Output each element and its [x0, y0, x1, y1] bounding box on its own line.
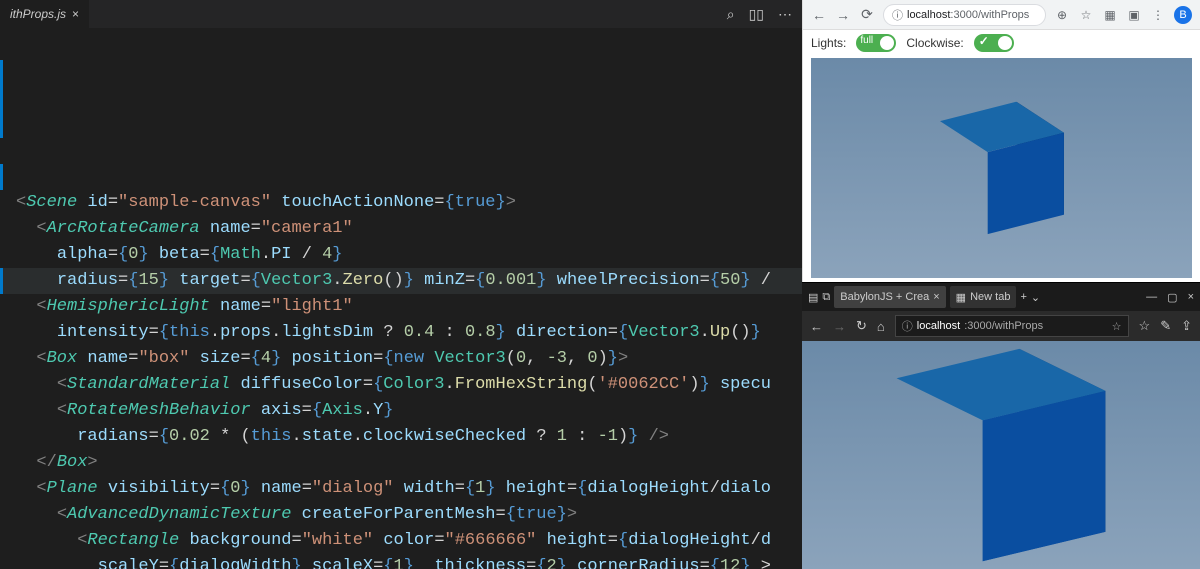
star-icon[interactable]: ☆	[1078, 8, 1094, 22]
avatar[interactable]: B	[1174, 6, 1192, 24]
code-line: </Box>	[16, 450, 802, 476]
cube	[963, 117, 1039, 219]
new-tab-icon[interactable]: +	[1020, 291, 1026, 303]
url-host: localhost	[917, 320, 960, 332]
edge-tab-2[interactable]: ▦ New tab	[950, 286, 1017, 308]
tabs-icon[interactable]: ⧉	[822, 291, 830, 304]
tab-actions: ⌕ ▯▯ ⋯	[727, 6, 802, 23]
close-icon[interactable]: ×	[1188, 291, 1194, 304]
reload-icon[interactable]: ⟳	[859, 6, 875, 23]
editor-pane: ithProps.js × ⌕ ▯▯ ⋯ <Scene id="sample-c…	[0, 0, 802, 569]
code-line: <HemisphericLight name="light1"	[16, 294, 802, 320]
edge-toolbar: ← → ↻ ⌂ ⓘ localhost :3000/withProps ☆ ☆ ✎…	[802, 311, 1200, 341]
cube	[940, 370, 1063, 540]
edge-tabs: ▤ ⧉ BabylonJS + Crea × ▦ New tab + ⌄ — ▢…	[802, 283, 1200, 311]
code-line: radius={15} target={Vector3.Zero()} minZ…	[16, 268, 802, 294]
url-path: :3000/withProps	[964, 320, 1043, 332]
lights-label: Lights:	[811, 36, 846, 50]
lights-toggle[interactable]: full	[856, 34, 896, 52]
code-line: <Box name="box" size={4} position={new V…	[16, 346, 802, 372]
code-line: alpha={0} beta={Math.PI / 4}	[16, 242, 802, 268]
forward-icon[interactable]: →	[835, 7, 851, 23]
tab-bar: ithProps.js × ⌕ ▯▯ ⋯	[0, 0, 802, 28]
tab-icon: ▦	[956, 291, 966, 304]
edge-tab-label: BabylonJS + Crea	[840, 291, 929, 303]
forward-icon[interactable]: →	[833, 319, 846, 334]
code-area[interactable]: <Scene id="sample-canvas" touchActionNon…	[0, 28, 802, 569]
zoom-icon[interactable]: ⊕	[1054, 8, 1070, 22]
sidebar-icon[interactable]: ▤	[808, 291, 818, 304]
menu-icon[interactable]: ⋮	[1150, 8, 1166, 22]
notes-icon[interactable]: ✎	[1160, 318, 1171, 334]
canvas-3d[interactable]	[811, 58, 1192, 278]
chrome-window: ← → ⟳ ⓘ localhost:3000/withProps ⊕ ☆ ▦ ▣…	[802, 0, 1200, 282]
code-line: scaleY={dialogWidth} scaleX={1} thicknes…	[16, 554, 802, 569]
code-line: <Rectangle background="white" color="#66…	[16, 528, 802, 554]
clockwise-toggle[interactable]	[974, 34, 1014, 52]
chrome-page: Lights: full Clockwise:	[803, 30, 1200, 282]
edge-canvas[interactable]	[802, 341, 1200, 569]
tab-label: ithProps.js	[10, 7, 66, 21]
clockwise-label: Clockwise:	[906, 36, 963, 50]
ext1-icon[interactable]: ▦	[1102, 8, 1118, 22]
code-line: radians={0.02 * (this.state.clockwiseChe…	[16, 424, 802, 450]
maximize-icon[interactable]: ▢	[1167, 291, 1177, 304]
edge-tab-label: New tab	[970, 291, 1010, 303]
url-host: localhost	[907, 9, 950, 21]
code-line: <Plane visibility={0} name="dialog" widt…	[16, 476, 802, 502]
code-line: <Scene id="sample-canvas" touchActionNon…	[16, 190, 802, 216]
chevron-down-icon[interactable]: ⌄	[1031, 291, 1040, 304]
star-icon[interactable]: ☆	[1112, 320, 1122, 333]
back-icon[interactable]: ←	[811, 7, 827, 23]
find-icon[interactable]: ⌕	[727, 6, 735, 23]
close-icon[interactable]: ×	[933, 291, 939, 303]
home-icon[interactable]: ⌂	[877, 319, 885, 334]
ext2-icon[interactable]: ▣	[1126, 8, 1142, 22]
close-icon[interactable]: ×	[72, 7, 79, 21]
back-icon[interactable]: ←	[810, 319, 823, 334]
code-line: <RotateMeshBehavior axis={Axis.Y}	[16, 398, 802, 424]
chrome-toolbar: ← → ⟳ ⓘ localhost:3000/withProps ⊕ ☆ ▦ ▣…	[803, 0, 1200, 30]
window-controls: — ▢ ×	[1146, 291, 1194, 304]
address-bar[interactable]: ⓘ localhost:3000/withProps	[883, 4, 1046, 26]
minimize-icon[interactable]: —	[1146, 291, 1157, 304]
reload-icon[interactable]: ↻	[856, 318, 867, 334]
info-icon: ⓘ	[902, 318, 913, 334]
url-path: :3000/withProps	[950, 9, 1029, 21]
controls: Lights: full Clockwise:	[811, 34, 1192, 52]
share-icon[interactable]: ⇪	[1181, 318, 1192, 334]
code-line: intensity={this.props.lightsDim ? 0.4 : …	[16, 320, 802, 346]
code-line: <AdvancedDynamicTexture createForParentM…	[16, 502, 802, 528]
fav-icon[interactable]: ☆	[1139, 318, 1151, 334]
file-tab[interactable]: ithProps.js ×	[0, 0, 89, 28]
code-line: <ArcRotateCamera name="camera1"	[16, 216, 802, 242]
edge-tab-1[interactable]: BabylonJS + Crea ×	[834, 286, 945, 308]
split-icon[interactable]: ▯▯	[749, 6, 764, 23]
edge-window: ▤ ⧉ BabylonJS + Crea × ▦ New tab + ⌄ — ▢…	[802, 282, 1200, 569]
code-line: <StandardMaterial diffuseColor={Color3.F…	[16, 372, 802, 398]
info-icon: ⓘ	[892, 7, 903, 23]
edge-address-bar[interactable]: ⓘ localhost :3000/withProps ☆	[895, 315, 1129, 337]
right-pane: ← → ⟳ ⓘ localhost:3000/withProps ⊕ ☆ ▦ ▣…	[802, 0, 1200, 569]
more-icon[interactable]: ⋯	[778, 6, 792, 23]
